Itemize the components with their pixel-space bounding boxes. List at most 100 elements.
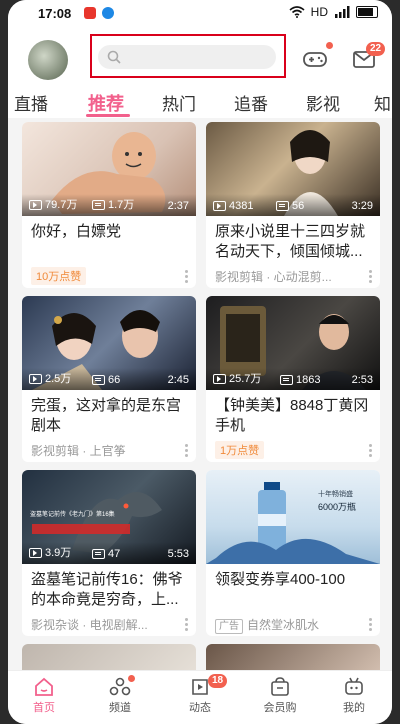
nav-mine[interactable]: 我的 [324, 677, 384, 715]
video-thumbnail: 4381 56 3:29 [206, 122, 380, 216]
view-count: 79.7万 [45, 199, 78, 211]
tab-knowledge[interactable]: 知 [374, 90, 391, 115]
view-count: 2.5万 [45, 373, 72, 385]
product-illustration: 十年畅销盛 6000万瓶 [206, 482, 380, 564]
status-bar: 17:08 HD [8, 0, 392, 26]
tab-recommend[interactable]: 推荐 [88, 90, 124, 116]
play-count-icon [29, 374, 42, 385]
nav-vip-shop[interactable]: 会员购 [250, 677, 310, 715]
video-meta: 25.7万 1863 2:53 [206, 368, 380, 390]
danmaku-count: 1863 [296, 374, 321, 386]
video-duration: 3:29 [351, 200, 373, 212]
likes-tag: 1万点赞 [215, 441, 265, 459]
nav-channel[interactable]: 频道 [90, 675, 150, 715]
more-options-icon[interactable] [185, 444, 188, 457]
qq-icon [102, 7, 114, 19]
video-meta: 3.9万 47 5:53 [22, 542, 196, 564]
ad-title: 领裂变券享400-100 [215, 571, 346, 588]
view-count: 4381 [229, 200, 254, 212]
video-thumbnail: 79.7万 1.7万 2:37 [22, 122, 196, 216]
ad-overlay-line1: 十年畅销盛 [318, 489, 353, 498]
video-source: 影视杂谈 · 电视剧解... [31, 618, 148, 632]
network-label: HD [310, 5, 328, 19]
more-options-icon[interactable] [369, 618, 372, 631]
search-input[interactable] [98, 45, 276, 69]
channel-dot [128, 675, 135, 682]
mine-icon [345, 677, 363, 695]
status-indicators: HD [289, 5, 378, 19]
battery-icon [356, 6, 378, 18]
video-meta: 79.7万 1.7万 2:37 [22, 194, 196, 216]
top-header: 22 [8, 26, 392, 88]
tab-movies[interactable]: 影视 [306, 90, 340, 115]
play-count-icon [213, 374, 226, 385]
more-options-icon[interactable] [369, 270, 372, 283]
tab-hot[interactable]: 热门 [162, 90, 196, 115]
wifi-icon [289, 6, 305, 18]
nav-dynamic-label: 动态 [189, 702, 211, 714]
danmaku-icon [280, 375, 293, 386]
video-feed: 79.7万 1.7万 2:37 你好，白嫖党 10万点赞 4381 56 3:2… [8, 118, 392, 674]
play-count-icon [213, 201, 226, 212]
video-title: 完蛋，这对拿的是东宫剧本 [31, 397, 182, 434]
nav-home-label: 首页 [33, 702, 55, 714]
video-source: 影视剪辑 · 心动混剪... [215, 270, 332, 284]
thumbnail-caption: 盗墓笔记前传《老九门》第16集 [30, 510, 115, 518]
nav-home[interactable]: 首页 [14, 677, 74, 715]
ad-thumbnail: 十年畅销盛 6000万瓶 [206, 470, 380, 564]
danmaku-icon [276, 201, 289, 212]
video-thumbnail: 25.7万 1863 2:53 [206, 296, 380, 390]
video-duration: 2:53 [351, 374, 373, 386]
video-title: 【钟美美】8848丁黄冈手机 [215, 397, 369, 434]
tab-anime[interactable]: 追番 [234, 90, 268, 115]
tab-live[interactable]: 直播 [14, 90, 48, 115]
video-source: 影视剪辑 · 上官筝 [31, 444, 126, 458]
likes-tag: 10万点赞 [31, 267, 87, 285]
search-highlight-box [90, 34, 286, 78]
signal-icon [335, 6, 350, 18]
video-meta: 2.5万 66 2:45 [22, 368, 196, 390]
active-tab-indicator [86, 114, 130, 117]
danmaku-count: 1.7万 [108, 199, 135, 211]
user-avatar[interactable] [28, 40, 68, 80]
ad-label: 广告 [215, 619, 243, 634]
nav-channel-label: 频道 [109, 702, 131, 714]
play-count-icon [29, 548, 42, 559]
ad-card[interactable]: 十年畅销盛 6000万瓶 领裂变券享400-100 广告 自然堂冰肌水 [206, 470, 380, 636]
home-icon [35, 677, 53, 696]
bottom-nav: 首页 频道 动态 18 会员购 我的 [8, 670, 392, 724]
status-time: 17:08 [38, 6, 72, 21]
video-title: 原来小说里十三四岁就名动天下，倾国倾城... [215, 223, 366, 260]
danmaku-count: 56 [292, 200, 305, 212]
video-card[interactable]: 25.7万 1863 2:53 【钟美美】8848丁黄冈手机 1万点赞 [206, 296, 380, 462]
danmaku-count: 66 [108, 374, 121, 386]
danmaku-icon [92, 549, 105, 560]
video-card[interactable]: 4381 56 3:29 原来小说里十三四岁就名动天下，倾国倾城... 影视剪辑… [206, 122, 380, 288]
danmaku-count: 47 [108, 548, 121, 560]
phone-screen: 17:08 HD 22 直播 推荐 热门 追番 影视 知 79.7万 1.7万 … [8, 0, 392, 724]
play-count-icon [29, 200, 42, 211]
shop-icon [271, 677, 289, 696]
view-count: 3.9万 [45, 547, 72, 559]
video-thumbnail: 2.5万 66 2:45 [22, 296, 196, 390]
more-options-icon[interactable] [185, 270, 188, 283]
mail-badge: 22 [366, 42, 386, 56]
more-options-icon[interactable] [185, 618, 188, 631]
nav-vip-shop-label: 会员购 [263, 702, 297, 714]
nav-dynamic[interactable]: 动态 18 [170, 674, 230, 715]
danmaku-icon [92, 200, 105, 211]
video-title: 盗墓笔记前传16：佛爷的本命竟是穷奇，上... [31, 571, 183, 608]
video-thumbnail: 盗墓笔记前传《老九门》第16集 3.9万 47 5:53 [22, 470, 196, 564]
video-card[interactable]: 2.5万 66 2:45 完蛋，这对拿的是东宫剧本 影视剪辑 · 上官筝 [22, 296, 196, 462]
danmaku-icon [92, 375, 105, 386]
video-card[interactable]: 79.7万 1.7万 2:37 你好，白嫖党 10万点赞 [22, 122, 196, 288]
video-card[interactable]: 盗墓笔记前传《老九门》第16集 3.9万 47 5:53 盗墓笔记前传16：佛爷… [22, 470, 196, 636]
ad-overlay-line2: 6000万瓶 [318, 501, 356, 512]
dynamic-badge: 18 [208, 674, 228, 688]
view-count: 25.7万 [229, 373, 262, 385]
game-center-dot [326, 42, 333, 49]
notification-app-icon [84, 7, 96, 19]
more-options-icon[interactable] [369, 444, 372, 457]
game-center-icon[interactable] [302, 46, 328, 72]
video-meta: 4381 56 3:29 [206, 194, 380, 216]
